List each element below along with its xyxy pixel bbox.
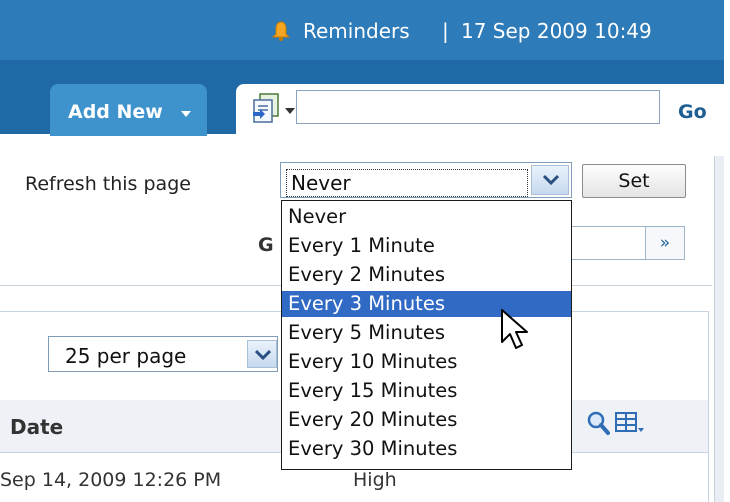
chevron-down-icon[interactable] xyxy=(181,111,191,117)
header-bar-lower xyxy=(0,60,724,78)
vertical-scrollbar[interactable] xyxy=(714,156,724,502)
row-priority-cell: High xyxy=(353,469,397,491)
goto-label: G xyxy=(258,234,274,256)
document-icon[interactable] xyxy=(251,92,281,124)
chevron-down-icon xyxy=(543,174,559,186)
goto-next-button[interactable]: » xyxy=(645,226,685,260)
refresh-select-value[interactable]: Never xyxy=(286,169,528,197)
set-button[interactable]: Set xyxy=(582,164,686,198)
select-dropdown-button[interactable] xyxy=(531,165,569,195)
refresh-option[interactable]: Every 15 Minutes xyxy=(282,378,571,404)
column-header-date[interactable]: Date xyxy=(10,415,63,439)
per-page-value[interactable]: 25 per page xyxy=(65,344,186,368)
refresh-option[interactable]: Every 1 Minute xyxy=(282,233,571,259)
search-icon[interactable] xyxy=(586,410,610,436)
window-edge xyxy=(724,0,730,502)
refresh-option[interactable]: Never xyxy=(282,204,571,230)
refresh-option[interactable]: Every 20 Minutes xyxy=(282,407,571,433)
header-datetime: 17 Sep 2009 10:49 xyxy=(461,19,652,43)
per-page-dropdown-button[interactable] xyxy=(247,340,277,368)
go-button[interactable]: Go xyxy=(678,101,707,123)
chevron-down-icon xyxy=(255,349,271,361)
refresh-label: Refresh this page xyxy=(25,173,191,195)
app-frame: Reminders | 17 Sep 2009 10:49 Add New Go… xyxy=(0,0,724,502)
header-separator: | xyxy=(442,19,449,43)
grid-columns-icon[interactable] xyxy=(614,410,646,436)
reminders-link[interactable]: Reminders xyxy=(303,19,410,43)
add-new-label[interactable]: Add New xyxy=(68,101,163,123)
refresh-option[interactable]: Every 2 Minutes xyxy=(282,262,571,288)
refresh-option[interactable]: Every 30 Minutes xyxy=(282,436,571,462)
goto-input[interactable] xyxy=(560,226,646,260)
pointer-cursor-icon xyxy=(501,309,528,349)
search-input[interactable] xyxy=(296,90,660,124)
bell-icon[interactable] xyxy=(272,21,290,41)
row-date-cell: Sep 14, 2009 12:26 PM xyxy=(0,469,222,491)
document-menu-caret[interactable] xyxy=(285,108,295,114)
